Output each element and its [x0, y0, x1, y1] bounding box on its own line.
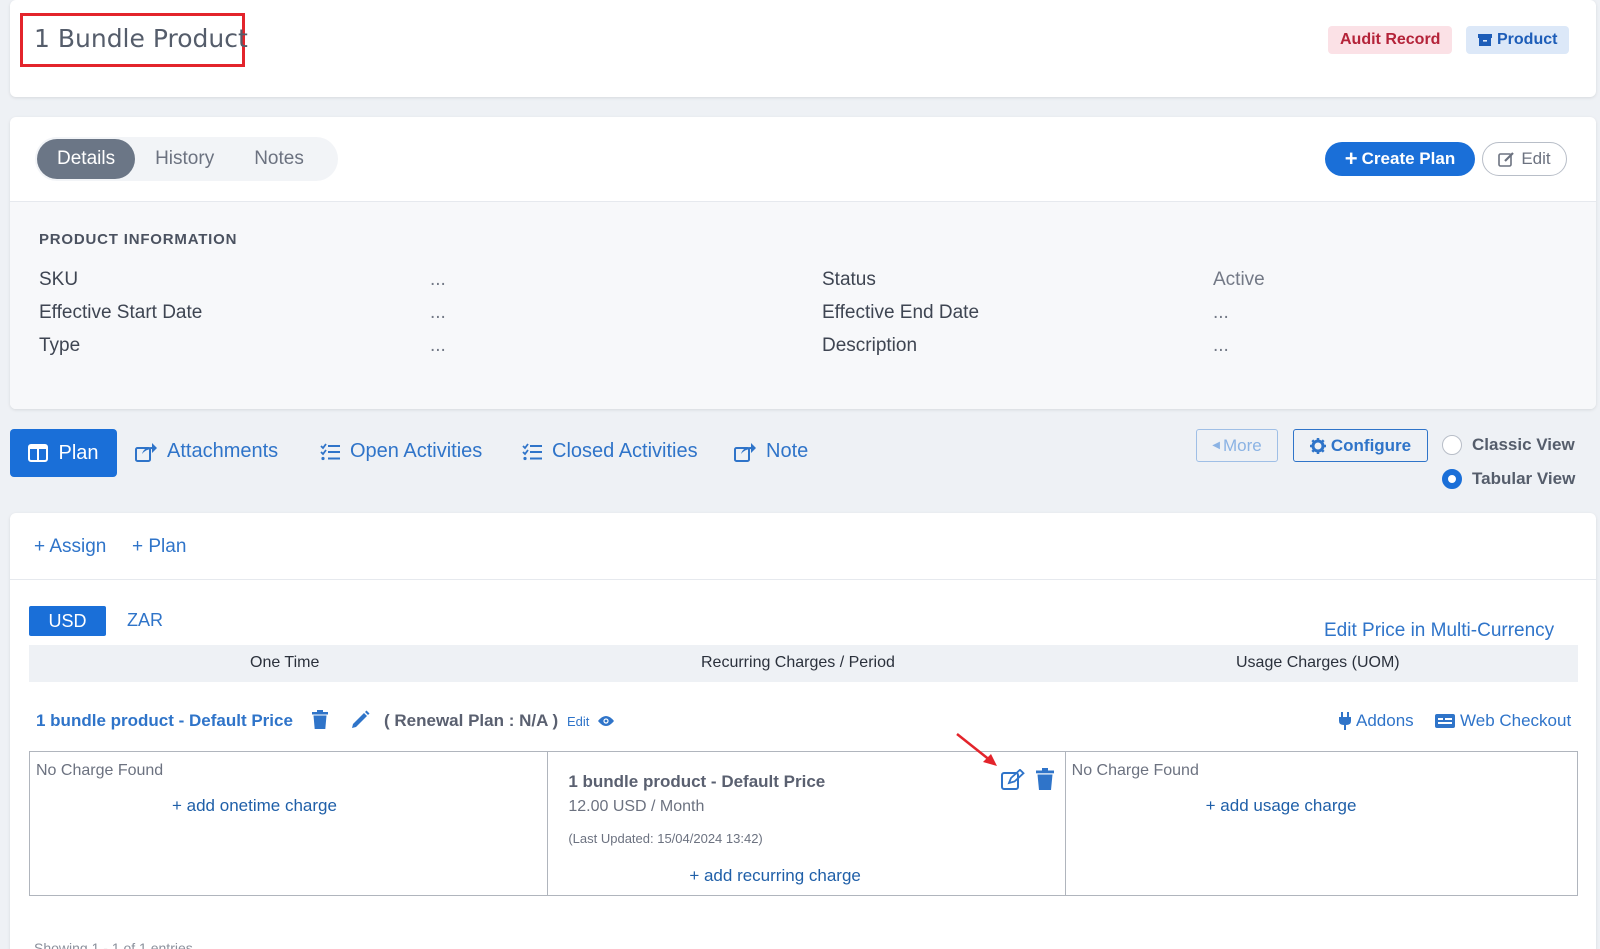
tab-details[interactable]: Details [37, 139, 136, 179]
tab-plan-label: Plan [58, 441, 99, 464]
create-plan-button[interactable]: + Create Plan [1325, 142, 1475, 176]
tab-attachments[interactable]: Attachments [135, 440, 278, 463]
tab-closed-activities-label: Closed Activities [552, 440, 698, 462]
caret-left-icon: ◀ [1212, 440, 1220, 451]
web-checkout-label: Web Checkout [1460, 711, 1572, 730]
column-usage: Usage Charges (UOM) [1236, 654, 1400, 671]
currency-tab-usd[interactable]: USD [29, 606, 106, 636]
product-badge[interactable]: Product [1466, 26, 1570, 54]
description-label: Description [822, 335, 918, 356]
plan-name-link[interactable]: 1 bundle product - Default Price [36, 711, 293, 731]
edit-button[interactable]: Edit [1482, 142, 1567, 176]
column-one-time: One Time [250, 654, 320, 671]
annotation-arrow-icon [956, 733, 997, 766]
pencil-icon[interactable] [351, 710, 370, 729]
sku-label: SKU [39, 269, 79, 290]
renewal-edit-link[interactable]: Edit [567, 714, 589, 729]
one-time-cell: No Charge Found + add onetime charge [30, 752, 547, 895]
recurring-last-updated: (Last Updated: 15/04/2024 13:42) [568, 831, 763, 846]
classic-view-radio[interactable] [1442, 435, 1462, 455]
charge-table: No Charge Found + add onetime charge 1 b… [29, 751, 1578, 896]
tab-notes[interactable]: Notes [234, 139, 324, 179]
effective-end-date-label: Effective End Date [822, 302, 980, 323]
tabular-view-label: Tabular View [1472, 469, 1576, 488]
pagination-info: Showing 1 - 1 of 1 entries [34, 940, 193, 949]
tab-closed-activities[interactable]: Closed Activities [522, 440, 698, 463]
add-recurring-charge-link[interactable]: + add recurring charge [689, 866, 861, 886]
add-usage-charge-link[interactable]: + add usage charge [1206, 796, 1357, 816]
task-list-icon [522, 442, 542, 460]
tab-plan[interactable]: Plan [10, 429, 117, 477]
usage-cell: No Charge Found + add usage charge [1064, 752, 1577, 895]
eye-icon[interactable] [598, 715, 614, 727]
details-tab-group: Details History Notes [35, 137, 338, 181]
currency-tab-zar[interactable]: ZAR [127, 610, 163, 631]
tab-open-activities[interactable]: Open Activities [320, 440, 482, 463]
edit-label: Edit [1521, 149, 1551, 168]
no-charge-text: No Charge Found [36, 762, 164, 779]
columns-icon [28, 444, 49, 462]
tabular-view-radio[interactable] [1442, 469, 1462, 489]
share-icon [734, 442, 756, 462]
edit-icon[interactable] [1001, 769, 1026, 791]
description-value: ... [1213, 335, 1229, 356]
configure-label: Configure [1330, 435, 1412, 455]
recurring-charge-name: 1 bundle product - Default Price [568, 772, 826, 791]
effective-end-date-value: ... [1213, 302, 1229, 323]
plus-icon: + [1344, 146, 1358, 171]
recurring-charge-price: 12.00 USD / Month [568, 798, 705, 815]
tabular-view-option[interactable]: Tabular View [1442, 469, 1575, 489]
archive-icon [1478, 34, 1492, 46]
product-badge-label: Product [1497, 31, 1558, 48]
sku-value: ... [430, 269, 446, 290]
status-label: Status [822, 269, 876, 290]
tab-history[interactable]: History [135, 139, 234, 179]
classic-view-label: Classic View [1472, 435, 1575, 454]
edit-icon [1498, 151, 1515, 167]
no-charge-text: No Charge Found [1071, 762, 1199, 779]
addons-link[interactable]: Addons [1339, 711, 1414, 731]
classic-view-option[interactable]: Classic View [1442, 435, 1575, 455]
type-label: Type [39, 335, 81, 356]
audit-record-button[interactable]: Audit Record [1328, 26, 1453, 54]
charge-column-header: One Time Recurring Charges / Period Usag… [29, 645, 1578, 682]
effective-start-date-label: Effective Start Date [39, 302, 203, 323]
renewal-plan-text: ( Renewal Plan : N/A ) [384, 711, 559, 730]
task-list-icon [320, 442, 340, 460]
details-card: Details History Notes + Create Plan Edit… [10, 117, 1596, 409]
assign-link[interactable]: + Assign [34, 536, 106, 558]
status-value: Active [1213, 269, 1265, 290]
add-plan-link[interactable]: + Plan [132, 536, 186, 558]
type-value: ... [430, 335, 446, 356]
add-onetime-charge-link[interactable]: + add onetime charge [172, 796, 337, 816]
trash-icon[interactable] [312, 710, 328, 729]
more-button[interactable]: ◀ More [1196, 429, 1278, 462]
create-plan-label: Create Plan [1361, 149, 1456, 168]
divider [10, 579, 1596, 580]
tab-note-label: Note [766, 440, 809, 462]
gear-icon [1309, 437, 1326, 454]
web-checkout-link[interactable]: Web Checkout [1435, 711, 1571, 731]
trash-icon[interactable] [1036, 768, 1055, 790]
column-recurring: Recurring Charges / Period [701, 654, 895, 671]
effective-start-date-value: ... [430, 302, 446, 323]
section-heading: PRODUCT INFORMATION [39, 231, 238, 248]
plug-icon [1339, 712, 1351, 730]
edit-price-multi-currency-link[interactable]: Edit Price in Multi-Currency [1324, 620, 1554, 642]
page-title: 1 Bundle Product [34, 24, 248, 53]
configure-button[interactable]: Configure [1293, 429, 1428, 462]
more-label: More [1222, 435, 1262, 455]
header-card: 1 Bundle Product Audit Record Product [10, 0, 1596, 97]
tab-attachments-label: Attachments [167, 440, 279, 462]
credit-card-icon [1435, 714, 1455, 728]
addons-label: Addons [1356, 711, 1414, 730]
share-icon [135, 442, 157, 462]
tab-open-activities-label: Open Activities [350, 440, 483, 462]
tab-note[interactable]: Note [734, 440, 808, 463]
details-body [10, 202, 1596, 409]
recurring-cell: 1 bundle product - Default Price 12.00 U… [547, 752, 1064, 895]
